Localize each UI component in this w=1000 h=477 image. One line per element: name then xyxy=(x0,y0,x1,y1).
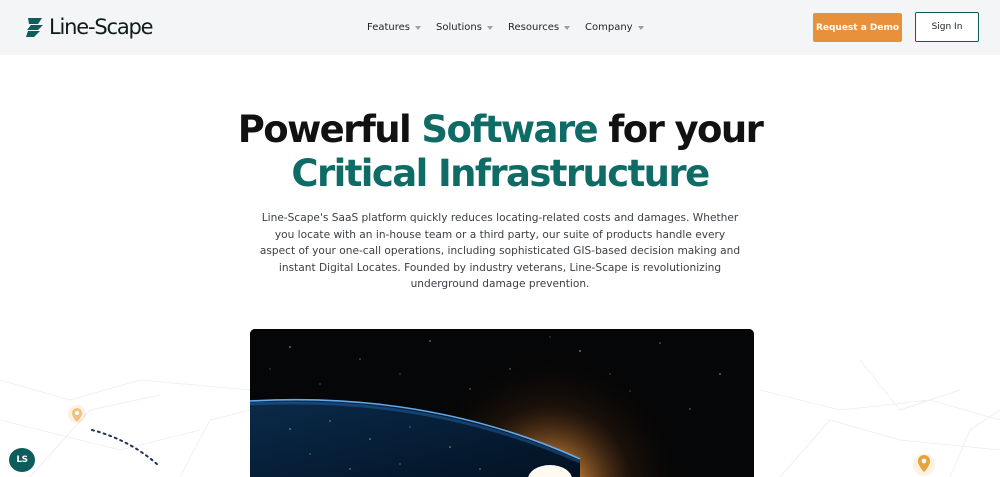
nav-label: Features xyxy=(367,22,410,33)
location-pin-icon xyxy=(913,454,935,476)
chevron-down-icon xyxy=(486,26,493,30)
location-pin-icon xyxy=(68,405,86,423)
hero-title-accent: Critical Infrastructure xyxy=(291,152,710,195)
chevron-down-icon xyxy=(564,26,571,30)
sign-in-button[interactable]: Sign In xyxy=(915,12,979,42)
chat-widget-button[interactable]: LS xyxy=(9,448,35,472)
nav-label: Company xyxy=(585,22,633,33)
hero-description: Line-Scape's SaaS platform quickly reduc… xyxy=(259,212,741,290)
nav-resources[interactable]: Resources xyxy=(508,19,571,37)
hero-title-accent: Software xyxy=(421,108,598,151)
nav-company[interactable]: Company xyxy=(585,19,644,37)
nav-label: Solutions xyxy=(436,22,482,33)
hero-title-part: for your xyxy=(596,108,764,151)
chevron-down-icon xyxy=(637,26,644,30)
site-header: Line-Scape Features Solutions Resources … xyxy=(0,0,1000,55)
hero-earth-image xyxy=(250,329,754,477)
hero-title: Powerful Software for your Critical Infr… xyxy=(0,108,1000,196)
hero-title-part: Powerful xyxy=(237,108,422,151)
nav-label: Resources xyxy=(508,22,560,33)
nav-features[interactable]: Features xyxy=(367,19,421,37)
earth-sunrise-illustration xyxy=(250,329,754,477)
chat-widget-label: LS xyxy=(16,455,28,465)
nav-solutions[interactable]: Solutions xyxy=(436,19,493,37)
request-demo-button[interactable]: Request a Demo xyxy=(813,13,902,42)
chevron-down-icon xyxy=(415,26,421,30)
